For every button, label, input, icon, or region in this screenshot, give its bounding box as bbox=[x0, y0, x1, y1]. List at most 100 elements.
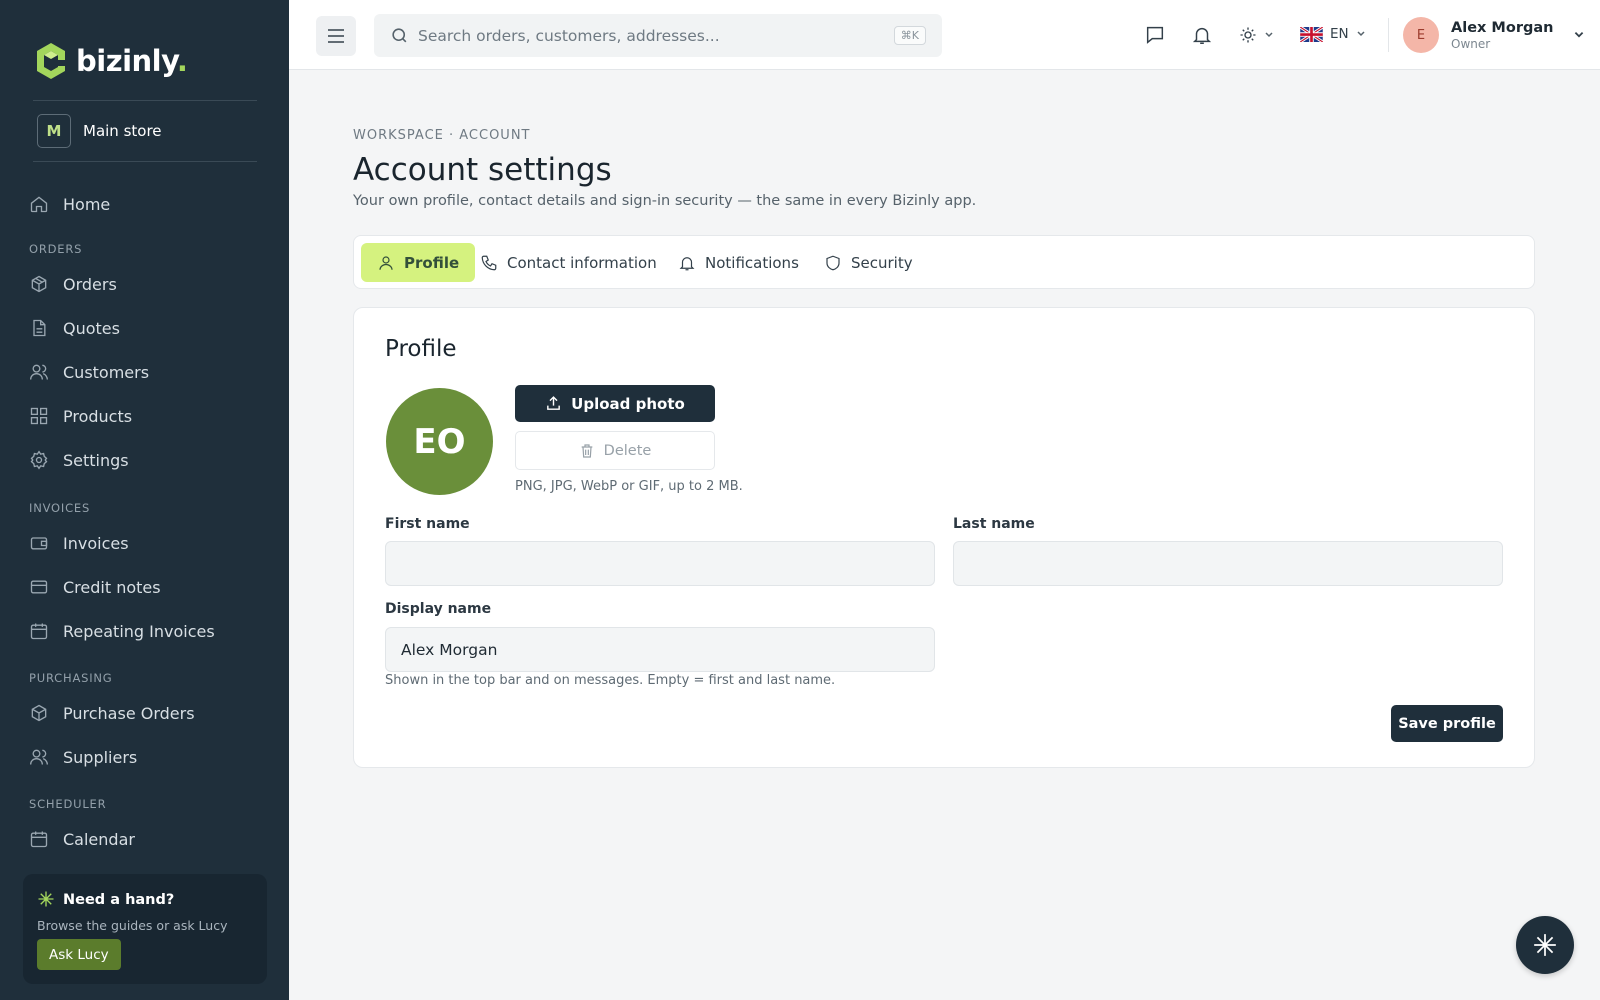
chevron-down-icon bbox=[1265, 32, 1273, 38]
display-name-field[interactable] bbox=[385, 627, 935, 672]
profile-card: Profile EO Upload photo Delete PNG, JPG,… bbox=[353, 307, 1535, 768]
tab-profile[interactable]: Profile bbox=[361, 243, 476, 282]
sidebar-item-label: Suppliers bbox=[63, 747, 138, 767]
wallet-icon bbox=[30, 537, 48, 550]
sidebar-item-label: Orders bbox=[63, 274, 117, 294]
settings-tabs: Profile Contact information Notification… bbox=[353, 235, 1535, 289]
tab-label: Profile bbox=[404, 253, 460, 272]
chevron-down-icon bbox=[1575, 31, 1584, 38]
display-name-label: Display name bbox=[385, 601, 492, 617]
bell-icon[interactable] bbox=[1191, 24, 1213, 46]
sidebar-item-purchase-orders[interactable]: Purchase Orders bbox=[29, 700, 195, 726]
language-code: EN bbox=[1330, 26, 1349, 42]
sidebar-item-calendar[interactable]: Calendar bbox=[29, 826, 135, 852]
document-icon bbox=[33, 319, 46, 337]
sidebar-divider bbox=[33, 161, 257, 162]
section-orders-title: ORDERS bbox=[29, 242, 83, 256]
language-selector[interactable]: EN bbox=[1300, 26, 1366, 42]
page-subtitle: Your own profile, contact details and si… bbox=[353, 193, 977, 209]
search-icon bbox=[392, 28, 407, 43]
trash-icon bbox=[581, 443, 593, 458]
delete-photo-label: Delete bbox=[603, 442, 652, 459]
theme-toggle[interactable] bbox=[1239, 26, 1274, 44]
user-name: Alex Morgan bbox=[1451, 19, 1554, 36]
section-scheduler-title: SCHEDULER bbox=[29, 797, 107, 811]
user-info: Alex Morgan Owner bbox=[1451, 20, 1553, 51]
last-name-field[interactable] bbox=[953, 541, 1503, 586]
brand-logo[interactable]: bizinly. bbox=[36, 42, 188, 80]
sidebar-item-repeating-invoices[interactable]: Repeating Invoices bbox=[29, 618, 215, 644]
tab-label: Contact information bbox=[507, 253, 657, 272]
avatar: E bbox=[1403, 17, 1439, 53]
user-icon bbox=[379, 255, 393, 270]
tab-contact-information[interactable]: Contact information bbox=[464, 243, 673, 282]
upload-photo-label: Upload photo bbox=[571, 394, 685, 413]
sidebar-item-label: Products bbox=[63, 406, 133, 426]
sidebar-item-home[interactable]: Home bbox=[29, 191, 110, 217]
sparkle-icon bbox=[38, 891, 54, 907]
topbar-divider bbox=[1388, 18, 1389, 52]
users-icon bbox=[30, 364, 48, 380]
upload-photo-button[interactable]: Upload photo bbox=[515, 385, 715, 422]
section-purchasing-title: PURCHASING bbox=[29, 671, 113, 685]
search-input[interactable]: Search orders, customers, addresses... bbox=[418, 27, 720, 45]
sidebar-item-orders[interactable]: Orders bbox=[29, 271, 117, 297]
sidebar-item-credit-notes[interactable]: Credit notes bbox=[29, 574, 161, 600]
first-name-field[interactable] bbox=[385, 541, 935, 586]
tab-security[interactable]: Security bbox=[808, 243, 929, 282]
sidebar-item-products[interactable]: Products bbox=[29, 403, 132, 429]
sidebar-item-quotes[interactable]: Quotes bbox=[29, 315, 120, 341]
sidebar-item-suppliers[interactable]: Suppliers bbox=[29, 744, 137, 770]
delete-photo-button[interactable]: Delete bbox=[515, 431, 715, 470]
sidebar-item-customers[interactable]: Customers bbox=[29, 359, 149, 385]
search-bar[interactable]: Search orders, customers, addresses... ⌘… bbox=[374, 14, 942, 57]
ask-lucy-button[interactable]: Ask Lucy bbox=[37, 939, 121, 970]
menu-toggle-button[interactable] bbox=[316, 16, 356, 56]
calendar-icon bbox=[30, 623, 48, 640]
sparkle-icon bbox=[1534, 934, 1556, 956]
search-shortcut-badge: ⌘K bbox=[893, 26, 926, 45]
section-invoices-title: INVOICES bbox=[29, 501, 91, 515]
page-title: Account settings bbox=[353, 152, 612, 188]
card-title: Profile bbox=[385, 336, 457, 362]
assistant-fab[interactable] bbox=[1516, 916, 1574, 974]
store-badge: M bbox=[37, 114, 71, 148]
card-icon bbox=[30, 580, 48, 594]
sidebar-item-settings[interactable]: Settings bbox=[29, 447, 129, 473]
grid-icon bbox=[30, 407, 48, 425]
brand-name: bizinly. bbox=[76, 44, 188, 78]
store-name: Main store bbox=[83, 122, 162, 140]
first-name-label: First name bbox=[385, 516, 470, 532]
sidebar-item-label: Invoices bbox=[63, 533, 129, 553]
sidebar-item-label: Home bbox=[63, 194, 111, 214]
home-icon bbox=[30, 196, 48, 213]
user-menu[interactable]: E Alex Morgan Owner bbox=[1403, 17, 1585, 53]
photo-hint: PNG, JPG, WebP or GIF, up to 2 MB. bbox=[515, 479, 743, 494]
sidebar-item-label: Quotes bbox=[63, 318, 120, 338]
sidebar-item-label: Calendar bbox=[63, 829, 135, 849]
upload-icon bbox=[547, 396, 561, 410]
breadcrumb: WORKSPACE · ACCOUNT bbox=[353, 128, 531, 143]
bell-icon bbox=[679, 256, 695, 270]
sidebar-item-label: Credit notes bbox=[63, 577, 161, 597]
chat-icon[interactable] bbox=[1144, 24, 1166, 46]
hamburger-icon bbox=[328, 29, 344, 43]
sidebar-divider bbox=[33, 100, 257, 101]
gear-icon bbox=[30, 450, 48, 470]
sidebar-item-invoices[interactable]: Invoices bbox=[29, 530, 129, 556]
uk-flag-icon bbox=[1300, 26, 1323, 42]
tab-notifications[interactable]: Notifications bbox=[662, 243, 815, 282]
chevron-down-icon bbox=[1357, 31, 1365, 37]
phone-icon bbox=[481, 255, 497, 270]
tab-label: Notifications bbox=[705, 253, 799, 272]
shield-icon bbox=[826, 255, 840, 270]
calendar-icon bbox=[30, 831, 48, 848]
store-switcher[interactable]: M Main store bbox=[37, 114, 162, 148]
save-profile-button[interactable]: Save profile bbox=[1391, 705, 1503, 742]
display-name-hint: Shown in the top bar and on messages. Em… bbox=[385, 673, 836, 688]
user-role: Owner bbox=[1451, 36, 1491, 51]
box-icon bbox=[31, 275, 47, 293]
last-name-label: Last name bbox=[953, 516, 1035, 532]
topbar: Search orders, customers, addresses... ⌘… bbox=[289, 0, 1600, 70]
sidebar-item-label: Repeating Invoices bbox=[63, 621, 215, 641]
